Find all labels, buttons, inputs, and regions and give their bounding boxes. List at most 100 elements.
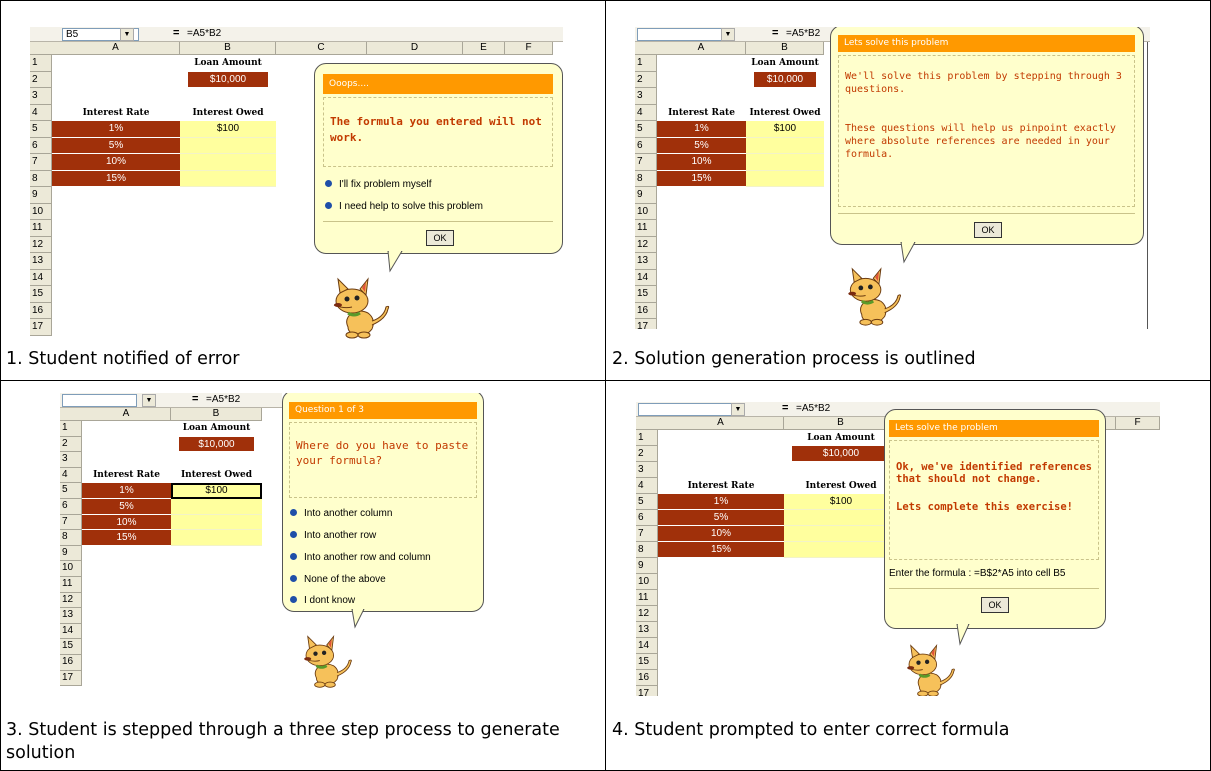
loan-amount-cell[interactable]: $10,000 bbox=[188, 71, 268, 88]
option-dont-know[interactable]: I dont know bbox=[290, 595, 355, 606]
row-header-17[interactable]: 17 bbox=[635, 319, 657, 329]
rate-cell[interactable]: 10% bbox=[82, 514, 171, 531]
row-header-3[interactable]: 3 bbox=[30, 88, 52, 105]
row-header-16[interactable]: 16 bbox=[636, 670, 658, 686]
formula-text[interactable]: =A5*B2 bbox=[786, 28, 820, 39]
ok-button[interactable]: OK bbox=[426, 230, 454, 246]
column-header-b[interactable]: B bbox=[171, 408, 262, 421]
column-header-d[interactable]: D bbox=[367, 42, 463, 55]
rate-cell[interactable]: 10% bbox=[657, 154, 746, 171]
row-header-8[interactable]: 8 bbox=[30, 170, 52, 187]
rate-cell[interactable]: 10% bbox=[658, 526, 784, 542]
column-header-c[interactable]: C bbox=[276, 42, 367, 55]
row-header-6[interactable]: 6 bbox=[635, 137, 657, 154]
row-header-11[interactable]: 11 bbox=[636, 590, 658, 606]
row-header-9[interactable]: 9 bbox=[30, 187, 52, 204]
row-header-12[interactable]: 12 bbox=[60, 592, 82, 609]
row-header-17[interactable]: 17 bbox=[60, 670, 82, 687]
row-header-17[interactable]: 17 bbox=[30, 319, 52, 336]
row-header-1[interactable]: 1 bbox=[636, 430, 658, 446]
row-header-10[interactable]: 10 bbox=[60, 561, 82, 577]
rate-cell[interactable]: 15% bbox=[52, 170, 180, 187]
ok-button[interactable]: OK bbox=[981, 597, 1009, 613]
interest-owed-cell[interactable] bbox=[180, 170, 276, 187]
row-header-14[interactable]: 14 bbox=[636, 638, 658, 654]
row-header-10[interactable]: 10 bbox=[636, 574, 658, 590]
column-header-a[interactable]: A bbox=[82, 408, 171, 421]
row-header-6[interactable]: 6 bbox=[60, 499, 82, 515]
row-header-16[interactable]: 16 bbox=[60, 655, 82, 671]
rate-cell[interactable]: 15% bbox=[658, 542, 784, 558]
row-header-2[interactable]: 2 bbox=[635, 71, 657, 88]
row-header-9[interactable]: 9 bbox=[635, 187, 657, 204]
column-header-b[interactable]: B bbox=[180, 42, 276, 55]
rate-cell[interactable]: 15% bbox=[657, 170, 746, 187]
interest-owed-cell[interactable]: $100 bbox=[746, 121, 824, 138]
column-header-e[interactable]: E bbox=[463, 42, 505, 55]
row-header-16[interactable]: 16 bbox=[30, 302, 52, 319]
row-header-15[interactable]: 15 bbox=[30, 286, 52, 303]
row-header-12[interactable]: 12 bbox=[30, 236, 52, 253]
rate-cell[interactable]: 15% bbox=[82, 530, 171, 546]
row-header-12[interactable]: 12 bbox=[635, 236, 657, 253]
interest-owed-cell[interactable] bbox=[171, 514, 262, 531]
rate-cell[interactable]: 5% bbox=[52, 137, 180, 154]
name-box-dropdown-icon[interactable]: ▼ bbox=[731, 403, 745, 416]
column-header-a[interactable]: A bbox=[657, 42, 746, 55]
rate-cell[interactable]: 1% bbox=[658, 494, 784, 510]
row-header-2[interactable]: 2 bbox=[636, 446, 658, 462]
row-header-12[interactable]: 12 bbox=[636, 606, 658, 622]
row-header-6[interactable]: 6 bbox=[636, 510, 658, 526]
row-header-5[interactable]: 5 bbox=[636, 494, 658, 510]
row-header-13[interactable]: 13 bbox=[636, 622, 658, 638]
row-header-7[interactable]: 7 bbox=[636, 526, 658, 542]
row-header-11[interactable]: 11 bbox=[60, 577, 82, 593]
row-header-11[interactable]: 11 bbox=[635, 220, 657, 237]
option-another-row[interactable]: Into another row bbox=[290, 530, 376, 541]
column-header-a[interactable]: A bbox=[658, 417, 784, 430]
formula-text[interactable]: =A5*B2 bbox=[206, 394, 240, 405]
column-header-a[interactable]: A bbox=[52, 42, 180, 55]
interest-owed-cell[interactable] bbox=[784, 510, 898, 526]
interest-owed-cell[interactable]: $100 bbox=[180, 121, 276, 138]
row-header-4[interactable]: 4 bbox=[635, 104, 657, 121]
interest-owed-cell[interactable] bbox=[180, 137, 276, 154]
name-box[interactable] bbox=[638, 403, 733, 416]
rate-cell[interactable]: 1% bbox=[52, 121, 180, 138]
row-header-13[interactable]: 13 bbox=[635, 253, 657, 270]
interest-owed-cell[interactable] bbox=[180, 154, 276, 171]
rate-cell[interactable]: 5% bbox=[658, 510, 784, 526]
row-header-16[interactable]: 16 bbox=[635, 302, 657, 319]
row-header-9[interactable]: 9 bbox=[60, 545, 82, 562]
row-header-7[interactable]: 7 bbox=[60, 514, 82, 531]
loan-amount-cell[interactable]: $10,000 bbox=[792, 446, 890, 462]
interest-owed-cell[interactable]: $100 bbox=[171, 483, 262, 499]
row-header-14[interactable]: 14 bbox=[30, 269, 52, 286]
row-header-6[interactable]: 6 bbox=[30, 137, 52, 154]
interest-owed-cell[interactable]: $100 bbox=[784, 494, 898, 510]
option-none-of-above[interactable]: None of the above bbox=[290, 574, 386, 585]
rate-cell[interactable]: 5% bbox=[82, 499, 171, 515]
row-header-2[interactable]: 2 bbox=[60, 436, 82, 453]
name-box-dropdown-icon[interactable]: ▼ bbox=[142, 394, 156, 407]
row-header-5[interactable]: 5 bbox=[60, 483, 82, 499]
row-header-5[interactable]: 5 bbox=[30, 121, 52, 138]
rate-cell[interactable]: 1% bbox=[82, 483, 171, 499]
row-header-15[interactable]: 15 bbox=[635, 286, 657, 303]
row-header-1[interactable]: 1 bbox=[60, 421, 82, 437]
row-header-4[interactable]: 4 bbox=[636, 478, 658, 494]
row-header-10[interactable]: 10 bbox=[635, 203, 657, 220]
loan-amount-cell[interactable]: $10,000 bbox=[754, 71, 816, 88]
name-box[interactable] bbox=[637, 28, 722, 41]
option-another-column[interactable]: Into another column bbox=[290, 508, 392, 519]
row-header-10[interactable]: 10 bbox=[30, 203, 52, 220]
row-header-4[interactable]: 4 bbox=[30, 104, 52, 121]
row-header-2[interactable]: 2 bbox=[30, 71, 52, 88]
row-header-1[interactable]: 1 bbox=[635, 55, 657, 72]
row-header-13[interactable]: 13 bbox=[30, 253, 52, 270]
row-header-7[interactable]: 7 bbox=[30, 154, 52, 171]
option-row-and-column[interactable]: Into another row and column bbox=[290, 552, 431, 563]
row-header-3[interactable]: 3 bbox=[60, 452, 82, 468]
row-header-1[interactable]: 1 bbox=[30, 55, 52, 72]
row-header-4[interactable]: 4 bbox=[60, 467, 82, 484]
